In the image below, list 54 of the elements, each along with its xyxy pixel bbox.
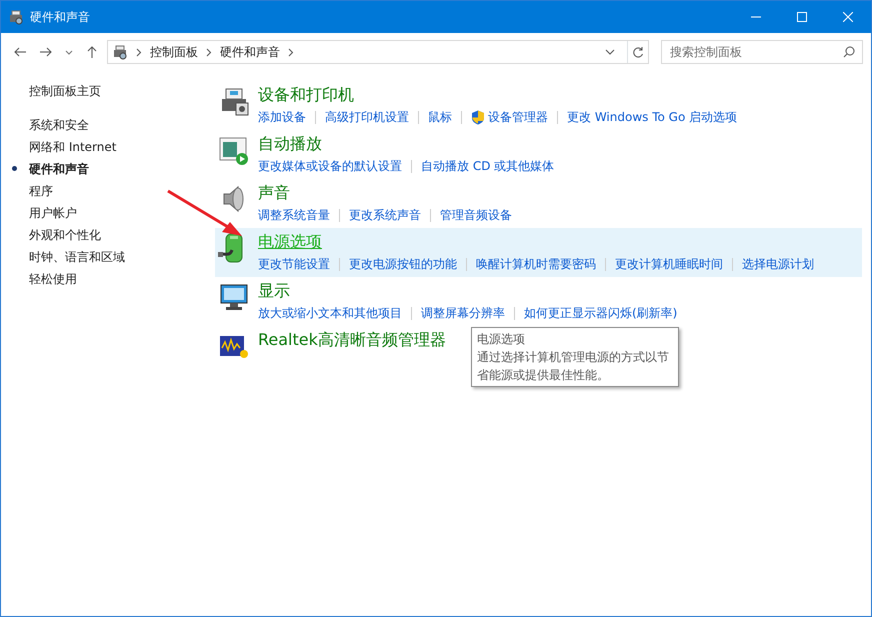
category-link[interactable]: 管理音频设备 bbox=[440, 206, 512, 224]
category-link[interactable]: 更改电源按钮的功能 bbox=[349, 255, 457, 273]
sidebar-item[interactable]: 用户帐户 bbox=[29, 205, 77, 222]
sidebar-item[interactable]: 外观和个性化 bbox=[29, 227, 101, 244]
printer-icon bbox=[8, 9, 24, 25]
category-link[interactable]: 更改系统声音 bbox=[349, 206, 421, 224]
breadcrumb-item[interactable]: 硬件和声音 bbox=[220, 43, 280, 61]
search-field[interactable]: 搜索控制面板 bbox=[661, 40, 863, 64]
bullet-icon bbox=[12, 166, 17, 171]
category-link[interactable]: 设备管理器 bbox=[488, 108, 548, 126]
forward-icon bbox=[39, 45, 53, 59]
sidebar-item[interactable]: 系统和安全 bbox=[29, 117, 89, 134]
breadcrumb-item[interactable]: 控制面板 bbox=[150, 43, 198, 61]
category-link[interactable]: 更改 Windows To Go 启动选项 bbox=[567, 108, 738, 126]
category-link[interactable]: 自动播放 CD 或其他媒体 bbox=[421, 157, 554, 175]
sidebar-item[interactable]: 网络和 Internet bbox=[29, 139, 116, 156]
sidebar-item[interactable]: 时钟、语言和区域 bbox=[29, 249, 125, 266]
category-link[interactable]: 更改媒体或设备的默认设置 bbox=[258, 157, 402, 175]
dropdown-icon bbox=[605, 49, 615, 55]
printer-icon bbox=[112, 44, 128, 60]
category-title[interactable]: 显示 bbox=[258, 281, 290, 301]
category-link[interactable]: 选择电源计划 bbox=[742, 255, 814, 273]
refresh-icon bbox=[632, 46, 644, 58]
close-icon bbox=[843, 12, 853, 22]
sidebar-item[interactable]: 程序 bbox=[29, 183, 53, 200]
up-arrow-icon bbox=[85, 45, 99, 59]
category-link[interactable]: 更改计算机睡眠时间 bbox=[615, 255, 723, 273]
address-bar[interactable]: 控制面板 硬件和声音 bbox=[107, 40, 649, 64]
category-link[interactable]: 鼠标 bbox=[428, 108, 452, 126]
category-link[interactable]: 唤醒计算机时需要密码 bbox=[476, 255, 596, 273]
category-title[interactable]: 设备和打印机 bbox=[258, 85, 354, 105]
category-title[interactable]: 自动播放 bbox=[258, 134, 322, 154]
category-link[interactable]: 放大或缩小文本和其他项目 bbox=[258, 304, 402, 322]
chevron-icon bbox=[288, 48, 294, 56]
search-icon bbox=[843, 46, 855, 58]
category-title[interactable]: Realtek高清晰音频管理器 bbox=[258, 330, 446, 350]
tooltip-title: 电源选项 bbox=[477, 331, 526, 348]
chevron-icon bbox=[136, 48, 142, 56]
window-title: 硬件和声音 bbox=[30, 9, 91, 26]
category-link[interactable]: 高级打印机设置 bbox=[325, 108, 409, 126]
category-link[interactable]: 调整屏幕分辨率 bbox=[421, 304, 505, 322]
category-title[interactable]: 声音 bbox=[258, 183, 290, 203]
caret-icon bbox=[65, 50, 73, 54]
maximize-icon bbox=[797, 12, 807, 22]
category-link[interactable]: 更改节能设置 bbox=[258, 255, 330, 273]
tooltip-text: 通过选择计算机管理电源的方式以节省能源或提供最佳性能。 bbox=[477, 349, 670, 384]
category-link[interactable]: 如何更正显示器闪烁(刷新率) bbox=[524, 304, 678, 322]
home-link[interactable]: 控制面板主页 bbox=[29, 83, 101, 100]
category-link[interactable]: 调整系统音量 bbox=[258, 206, 330, 224]
category-link[interactable]: 添加设备 bbox=[258, 108, 306, 126]
back-icon bbox=[13, 45, 27, 59]
sidebar-item[interactable]: 硬件和声音 bbox=[29, 161, 89, 178]
chevron-icon bbox=[206, 48, 212, 56]
sidebar-item[interactable]: 轻松使用 bbox=[29, 271, 77, 288]
